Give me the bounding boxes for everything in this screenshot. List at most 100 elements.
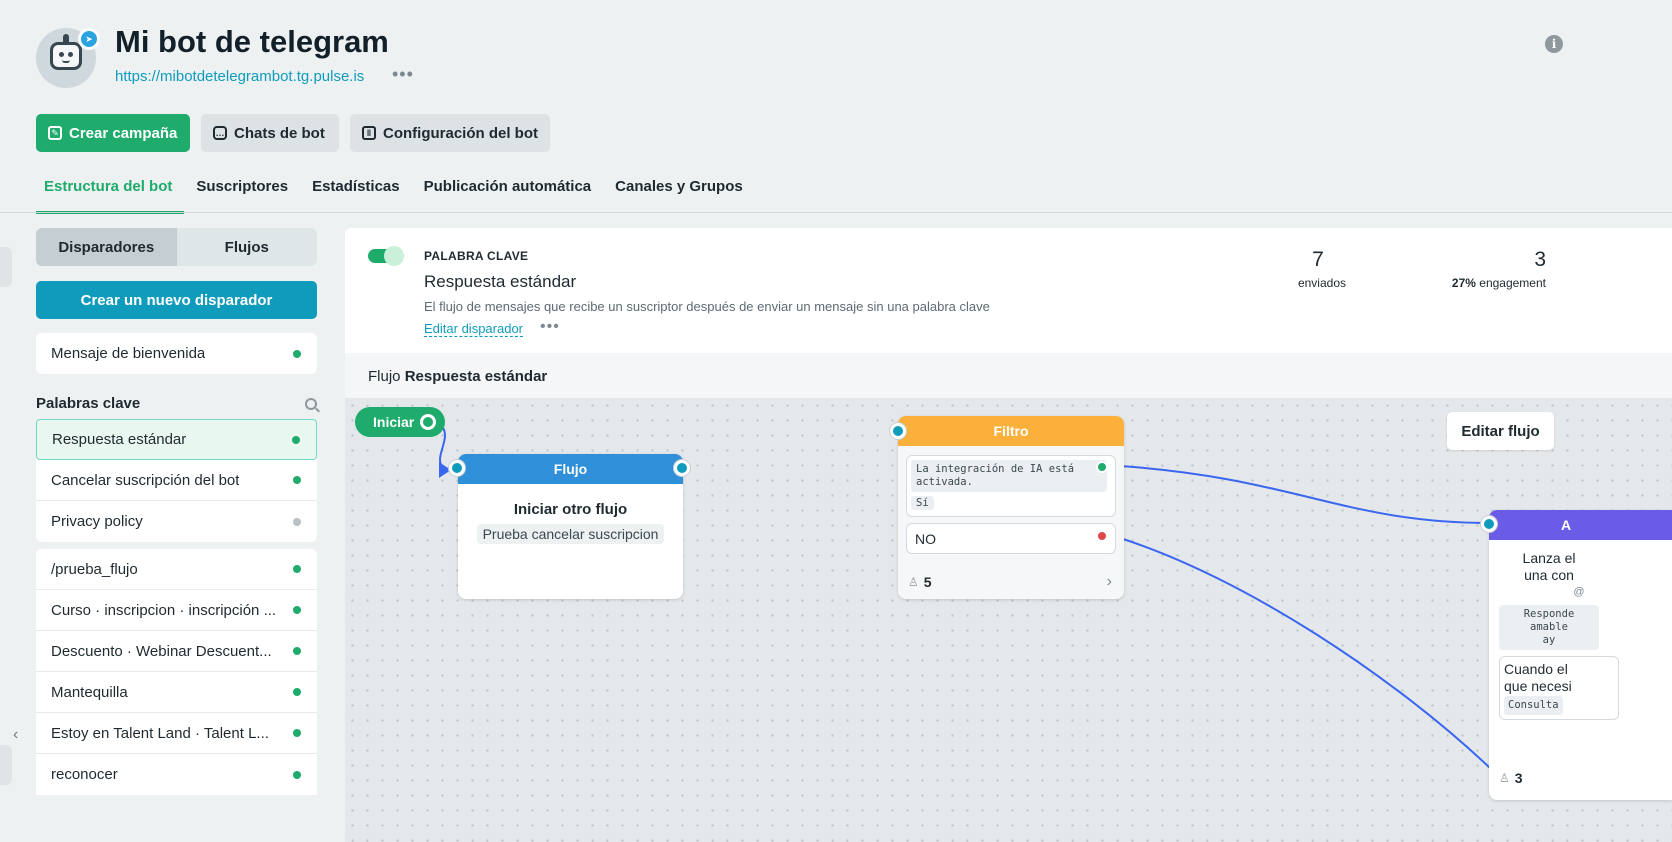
flow-title-name: Respuesta estándar (404, 368, 548, 385)
trigger-toggle[interactable] (368, 246, 404, 266)
status-dot (293, 688, 301, 696)
commands-list: /prueba_flujo Curso · inscripcion · insc… (36, 549, 317, 795)
status-dot (293, 565, 301, 573)
filter-no-label: NO (915, 530, 936, 547)
filter-condition-no[interactable]: NO (906, 523, 1116, 554)
tab-bot-structure[interactable]: Estructura del bot (36, 168, 185, 214)
filter-node-header: Filtro (898, 416, 1124, 446)
robot-antenna (63, 34, 69, 42)
user-icon: ♙ (1499, 771, 1510, 785)
ai-node[interactable]: A Lanza el una con @ Responde amable ay … (1489, 510, 1672, 800)
filter-input-port[interactable] (890, 423, 906, 439)
list-item-keyword[interactable]: Privacy policy (36, 501, 317, 542)
filter-condition-yes[interactable]: La integración de IA está activada. Sí (906, 455, 1116, 517)
ai-prompt-snippet: Responde amable ay (1499, 605, 1599, 650)
trigger-description: El flujo de mensajes que recibe un suscr… (424, 299, 990, 314)
ai-condition-line-2: que necesi (1504, 678, 1572, 694)
list-item-command[interactable]: Descuento · Webinar Descuent... (36, 631, 317, 672)
list-item-command[interactable]: /prueba_flujo (36, 549, 317, 590)
filter-no-port[interactable] (1096, 530, 1108, 542)
trigger-more-button[interactable]: ••• (540, 318, 560, 336)
flow-node-input-port[interactable] (449, 460, 465, 476)
ai-desc-extra: @ (1573, 586, 1585, 598)
tab-channels-groups[interactable]: Canales y Grupos (603, 168, 755, 214)
list-item-command[interactable]: Estoy en Talent Land · Talent L... (36, 713, 317, 754)
list-item-label: Curso · inscripcion · inscripción ... (51, 601, 277, 619)
ai-input-port[interactable] (1481, 516, 1497, 532)
ai-node-header: A (1489, 510, 1672, 540)
settings-icon: ‖ (362, 126, 376, 140)
user-icon: ♙ (908, 575, 919, 589)
keywords-title: Palabras clave (36, 395, 141, 412)
ai-prompt-line-1: Responde (1523, 608, 1575, 620)
flow-node[interactable]: Flujo Iniciar otro flujo Prueba cancelar… (458, 454, 683, 599)
filter-yes-label: Sí (911, 496, 934, 510)
trigger-type: PALABRA CLAVE (424, 249, 529, 263)
filter-node[interactable]: Filtro La integración de IA está activad… (898, 416, 1124, 599)
status-dot (293, 349, 301, 358)
engagement-label: engagement (1479, 276, 1546, 290)
filter-yes-port[interactable] (1096, 461, 1108, 473)
status-dot (292, 435, 300, 444)
ai-footer[interactable]: ♙ 3 (1499, 770, 1523, 786)
bot-chats-button[interactable]: … Chats de bot (201, 114, 339, 152)
tab-statistics[interactable]: Estadísticas (300, 168, 412, 214)
create-trigger-button[interactable]: Crear un nuevo disparador (36, 281, 317, 319)
search-icon[interactable] (305, 397, 317, 410)
tab-autopost[interactable]: Publicación automática (412, 168, 604, 214)
list-item-command[interactable]: Mantequilla (36, 672, 317, 713)
tabs-divider (0, 212, 1672, 213)
bot-avatar: ➤ (36, 28, 100, 88)
segment-flows[interactable]: Flujos (177, 228, 318, 266)
bot-chats-label: Chats de bot (234, 124, 325, 142)
tab-subscribers[interactable]: Suscriptores (184, 168, 300, 214)
list-item-label: Respuesta estándar (52, 431, 187, 448)
collapsed-panel-handle[interactable] (0, 745, 12, 785)
info-icon[interactable]: i (1545, 35, 1563, 53)
flow-title: Flujo Respuesta estándar (368, 368, 547, 385)
start-output-port[interactable] (420, 414, 436, 430)
list-item-label: Mensaje de bienvenida (51, 345, 206, 362)
bot-config-button[interactable]: ‖ Configuración del bot (350, 114, 550, 152)
create-campaign-button[interactable]: ✎ Crear campaña (36, 114, 190, 152)
telegram-icon: ➤ (81, 31, 97, 47)
list-item-keyword[interactable]: Respuesta estándar (36, 419, 317, 460)
ai-desc-line-1: Lanza el (1522, 550, 1576, 566)
status-dot (293, 770, 301, 779)
list-item-label: Mantequilla (51, 683, 128, 701)
flow-node-target: Prueba cancelar suscripcion (476, 524, 665, 544)
filter-footer[interactable]: ♙ 5 › (898, 565, 1124, 599)
segment-triggers[interactable]: Disparadores (36, 228, 177, 266)
engagement-caption: 27% engagement (1430, 276, 1546, 290)
list-item-label: reconocer (51, 766, 118, 783)
trigger-name: Respuesta estándar (424, 272, 577, 291)
more-options-button[interactable]: ••• (392, 64, 414, 85)
flow-node-subtitle: Iniciar otro flujo (513, 501, 628, 518)
connector-no-to-ai (1119, 537, 1491, 769)
list-item-command[interactable]: Curso · inscripcion · inscripción ... (36, 590, 317, 631)
ai-condition-box[interactable]: Cuando el que necesi Consulta (1499, 656, 1619, 720)
edit-trigger-link[interactable]: Editar disparador (424, 321, 523, 337)
list-item-welcome[interactable]: Mensaje de bienvenida (36, 333, 317, 374)
ai-condition-line-1: Cuando el (1504, 661, 1568, 677)
edit-flow-button[interactable]: Editar flujo (1447, 412, 1554, 450)
telegram-badge: ➤ (78, 28, 100, 50)
ai-subscriber-count: 3 (1514, 770, 1523, 786)
engagement-pct: 27% (1451, 276, 1476, 290)
filter-condition-text: La integración de IA está activada. (911, 460, 1107, 492)
sent-value: 7 (1312, 248, 1324, 271)
collapsed-panel-handle[interactable] (0, 247, 12, 287)
engagement-stat: 3 27% engagement (1430, 248, 1546, 290)
flow-node-output-port[interactable] (674, 460, 690, 476)
list-item-keyword[interactable]: Cancelar suscripción del bot (36, 460, 317, 501)
list-item-command[interactable]: reconocer (36, 754, 317, 795)
flow-title-prefix: Flujo (368, 368, 401, 385)
chevron-right-icon[interactable]: › (1107, 573, 1112, 591)
chevron-left-icon[interactable]: ‹ (13, 726, 18, 744)
page-title: Mi bot de telegram (115, 24, 389, 59)
list-item-label: Cancelar suscripción del bot (51, 471, 240, 489)
flow-node-header: Flujo (458, 454, 683, 484)
engagement-value: 3 (1534, 248, 1546, 271)
bot-url-link[interactable]: https://mibotdetelegrambot.tg.pulse.is (115, 68, 364, 85)
status-dot (293, 729, 301, 737)
